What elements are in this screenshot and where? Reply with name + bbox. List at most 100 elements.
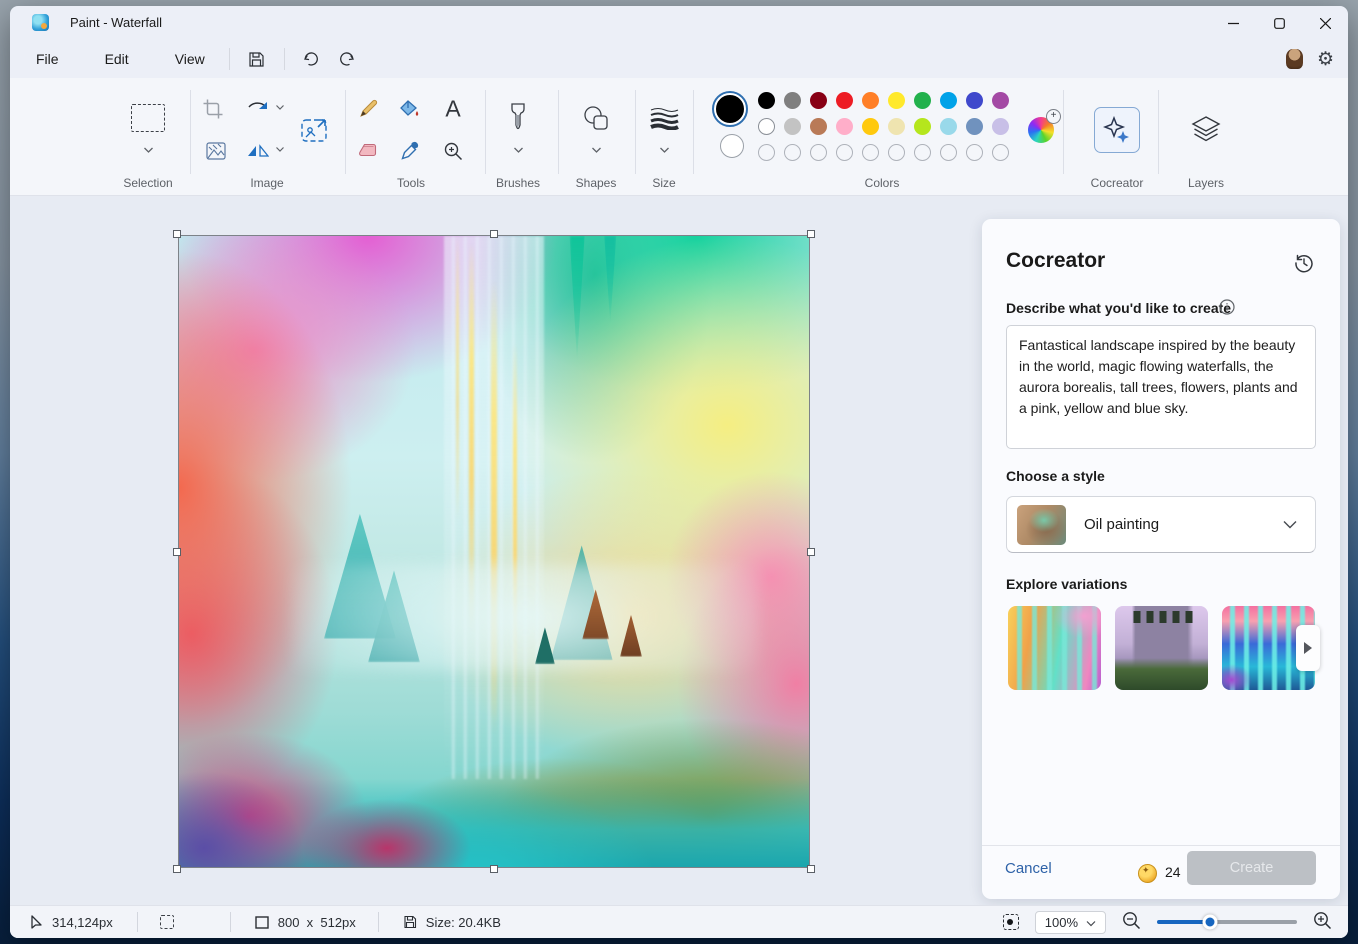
flip-button[interactable]: [247, 143, 269, 159]
brushes-button[interactable]: [510, 103, 526, 133]
color-swatch[interactable]: [758, 118, 775, 135]
color-swatch[interactable]: [914, 92, 931, 109]
selection-handle-top-left[interactable]: [173, 230, 181, 238]
menu-edit[interactable]: Edit: [91, 45, 143, 73]
color-swatch-empty[interactable]: [836, 144, 853, 161]
color-swatch-empty[interactable]: [940, 144, 957, 161]
save-button[interactable]: [240, 44, 274, 74]
maximize-button[interactable]: [1256, 6, 1302, 40]
next-variations-button[interactable]: [1296, 625, 1320, 671]
desktop-background: Paint - Waterfall File Edit View ⚙: [0, 0, 1358, 944]
color-swatch[interactable]: [810, 118, 827, 135]
variation-thumbnail-2[interactable]: [1115, 606, 1208, 690]
color-swatch[interactable]: [992, 92, 1009, 109]
foreground-color-selected[interactable]: [714, 93, 746, 125]
redo-button[interactable]: [329, 44, 363, 74]
color-swatch-empty[interactable]: [784, 144, 801, 161]
color-swatch-empty[interactable]: [862, 144, 879, 161]
history-button[interactable]: [1294, 253, 1314, 278]
color-swatch[interactable]: [810, 92, 827, 109]
eraser-tool[interactable]: [358, 143, 379, 160]
crop-button[interactable]: [204, 100, 223, 119]
layers-button[interactable]: [1191, 116, 1221, 144]
color-swatch[interactable]: [784, 118, 801, 135]
settings-gear-icon[interactable]: ⚙: [1317, 50, 1334, 69]
resize-image-button[interactable]: [301, 117, 329, 143]
zoom-slider[interactable]: [1157, 920, 1297, 924]
remove-background-button[interactable]: [206, 142, 226, 160]
magnifier-tool[interactable]: [444, 142, 463, 161]
flip-dropdown-chevron[interactable]: [276, 147, 285, 156]
color-swatch-empty[interactable]: [992, 144, 1009, 161]
menu-file[interactable]: File: [22, 45, 73, 73]
selection-handle-bottom-center[interactable]: [490, 865, 498, 873]
close-button[interactable]: [1302, 6, 1348, 40]
fit-to-screen-button[interactable]: [1003, 914, 1019, 930]
pencil-tool[interactable]: [358, 99, 378, 119]
brushes-dropdown-chevron[interactable]: [514, 147, 523, 156]
text-tool[interactable]: A: [445, 96, 460, 123]
color-swatch[interactable]: [966, 118, 983, 135]
rotate-button[interactable]: [247, 101, 269, 117]
style-dropdown[interactable]: Oil painting: [1006, 496, 1316, 553]
info-icon[interactable]: [1219, 299, 1235, 320]
canvas-image[interactable]: [178, 235, 810, 868]
color-swatch-empty[interactable]: [888, 144, 905, 161]
variation-thumbnail-1[interactable]: [1008, 606, 1101, 690]
color-swatch[interactable]: [888, 92, 905, 109]
color-swatch[interactable]: [784, 92, 801, 109]
cocreator-button[interactable]: [1094, 107, 1140, 153]
zoom-level-dropdown[interactable]: 100%: [1035, 911, 1106, 934]
undo-button[interactable]: [295, 44, 329, 74]
user-avatar[interactable]: [1286, 49, 1303, 69]
zoom-level-value: 100%: [1045, 915, 1078, 930]
color-swatch[interactable]: [888, 118, 905, 135]
selection-handle-mid-left[interactable]: [173, 548, 181, 556]
aurora-spike: [604, 236, 616, 324]
menu-view[interactable]: View: [161, 45, 219, 73]
color-swatch-empty[interactable]: [914, 144, 931, 161]
rotate-icon: [247, 101, 269, 117]
color-swatch[interactable]: [966, 92, 983, 109]
rotate-dropdown-chevron[interactable]: [276, 105, 285, 114]
selection-handle-mid-right[interactable]: [807, 548, 815, 556]
color-swatch[interactable]: [940, 118, 957, 135]
edit-colors-button[interactable]: [1028, 117, 1054, 143]
prompt-textarea[interactable]: [1006, 325, 1316, 449]
canvas-selection[interactable]: [178, 235, 810, 868]
color-swatch[interactable]: [862, 92, 879, 109]
color-swatch[interactable]: [862, 118, 879, 135]
selection-handle-top-center[interactable]: [490, 230, 498, 238]
cancel-button[interactable]: Cancel: [1005, 860, 1052, 877]
color-swatch-empty[interactable]: [810, 144, 827, 161]
remove-background-icon: [206, 142, 226, 160]
color-swatch[interactable]: [836, 92, 853, 109]
selection-tool[interactable]: [131, 104, 165, 132]
color-swatch-empty[interactable]: [966, 144, 983, 161]
selection-handle-bottom-left[interactable]: [173, 865, 181, 873]
minimize-button[interactable]: [1210, 6, 1256, 40]
create-button[interactable]: Create: [1187, 851, 1316, 885]
shapes-button[interactable]: [582, 105, 610, 131]
color-swatch[interactable]: [836, 118, 853, 135]
zoom-in-button[interactable]: [1313, 911, 1332, 933]
color-swatch[interactable]: [940, 92, 957, 109]
menubar: File Edit View ⚙: [10, 40, 1348, 78]
fill-tool[interactable]: [399, 99, 421, 119]
color-swatch[interactable]: [914, 118, 931, 135]
color-swatch-empty[interactable]: [758, 144, 775, 161]
zoom-out-button[interactable]: [1122, 911, 1141, 933]
group-label-colors: Colors: [822, 176, 942, 190]
shapes-dropdown-chevron[interactable]: [592, 147, 601, 156]
color-picker-tool[interactable]: [401, 142, 420, 161]
size-button[interactable]: [649, 106, 679, 130]
color-swatch[interactable]: [758, 92, 775, 109]
zoom-slider-thumb[interactable]: [1203, 915, 1218, 930]
selection-handle-bottom-right[interactable]: [807, 865, 815, 873]
color-swatch[interactable]: [992, 118, 1009, 135]
size-dropdown-chevron[interactable]: [660, 147, 669, 156]
selection-dropdown-chevron[interactable]: [144, 147, 153, 156]
background-color-selected[interactable]: [720, 134, 744, 158]
selection-handle-top-right[interactable]: [807, 230, 815, 238]
selection-size-indicator: [160, 915, 174, 929]
